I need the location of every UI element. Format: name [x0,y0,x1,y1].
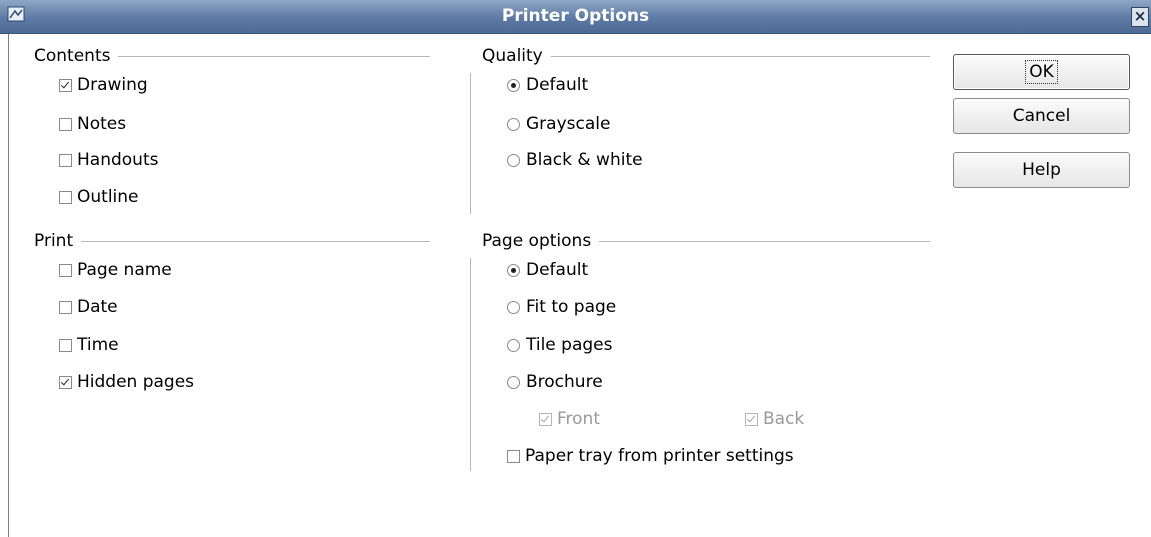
hidden-pages-checkbox[interactable]: Hidden pages [59,370,194,394]
page-options-heading-label: Page options [482,231,592,251]
black-white-label: Black & white [526,150,643,170]
brochure-front-checkbox[interactable]: Front [539,407,600,431]
hidden-pages-label: Hidden pages [77,372,195,392]
grayscale-label: Grayscale [526,114,611,134]
help-button[interactable]: Help [953,152,1130,188]
radio-icon [507,117,520,131]
radio-icon [507,153,520,167]
paper-tray-label: Paper tray from printer settings [525,446,794,466]
brochure-front-label: Front [557,409,600,429]
page-options-separator [599,240,930,242]
radio-selected-icon [507,263,520,277]
checkbox-checked-icon [59,375,72,389]
time-label: Time [77,335,119,355]
time-checkbox[interactable]: Time [59,333,119,357]
fit-to-page-label: Fit to page [526,297,617,317]
brochure-label: Brochure [526,372,603,392]
handouts-checkbox[interactable]: Handouts [59,148,158,172]
checkbox-icon [59,117,72,131]
fit-to-page-radio[interactable]: Fit to page [507,295,616,319]
contents-heading: Contents [34,46,430,66]
page-default-radio[interactable]: Default [507,258,588,282]
date-checkbox[interactable]: Date [59,295,118,319]
drawing-label: Drawing [77,75,148,95]
notes-checkbox[interactable]: Notes [59,112,126,136]
black-white-radio[interactable]: Black & white [507,148,643,172]
contents-heading-label: Contents [34,46,111,66]
brochure-back-label: Back [763,409,805,429]
close-icon: × [1133,7,1147,25]
tile-pages-radio[interactable]: Tile pages [507,333,613,357]
quality-heading-label: Quality [482,46,543,66]
contents-separator [118,55,430,57]
quality-separator [550,55,930,57]
brochure-back-checkbox[interactable]: Back [745,407,804,431]
checkbox-icon [59,153,72,167]
page-options-vertical-separator [470,258,471,471]
page-name-checkbox[interactable]: Page name [59,258,172,282]
checkbox-icon [59,338,72,352]
ok-button-label: OK [1025,60,1058,84]
date-label: Date [77,297,118,317]
outline-checkbox[interactable]: Outline [59,185,139,209]
checkbox-checked-icon [59,78,72,92]
quality-default-radio[interactable]: Default [507,73,588,97]
radio-icon [507,300,520,314]
print-heading-label: Print [34,231,74,251]
page-options-heading: Page options [482,231,930,251]
radio-selected-icon [507,78,520,92]
tile-pages-label: Tile pages [526,335,613,355]
title-bar[interactable]: Printer Options × [0,0,1151,34]
window-title: Printer Options [501,6,650,26]
quality-vertical-separator [470,73,471,214]
checkbox-checked-icon [539,412,552,426]
quality-heading: Quality [482,46,930,66]
outline-label: Outline [77,187,139,207]
close-button[interactable]: × [1131,7,1149,27]
page-default-label: Default [526,260,589,280]
notes-label: Notes [77,114,127,134]
checkbox-icon [59,263,72,277]
drawing-checkbox[interactable]: Drawing [59,73,148,97]
checkbox-checked-icon [745,412,758,426]
page-name-label: Page name [77,260,172,280]
ok-button[interactable]: OK [953,54,1130,90]
paper-tray-checkbox[interactable]: Paper tray from printer settings [507,444,794,468]
print-separator [81,240,430,242]
radio-icon [507,338,520,352]
grayscale-radio[interactable]: Grayscale [507,112,610,136]
radio-icon [507,375,520,389]
help-button-label: Help [1022,160,1061,180]
checkbox-icon [59,300,72,314]
cancel-button[interactable]: Cancel [953,98,1130,134]
checkbox-icon [507,449,520,463]
handouts-label: Handouts [77,150,159,170]
quality-default-label: Default [526,75,589,95]
cancel-button-label: Cancel [1012,106,1071,126]
print-heading: Print [34,231,430,251]
checkbox-icon [59,190,72,204]
brochure-radio[interactable]: Brochure [507,370,603,394]
